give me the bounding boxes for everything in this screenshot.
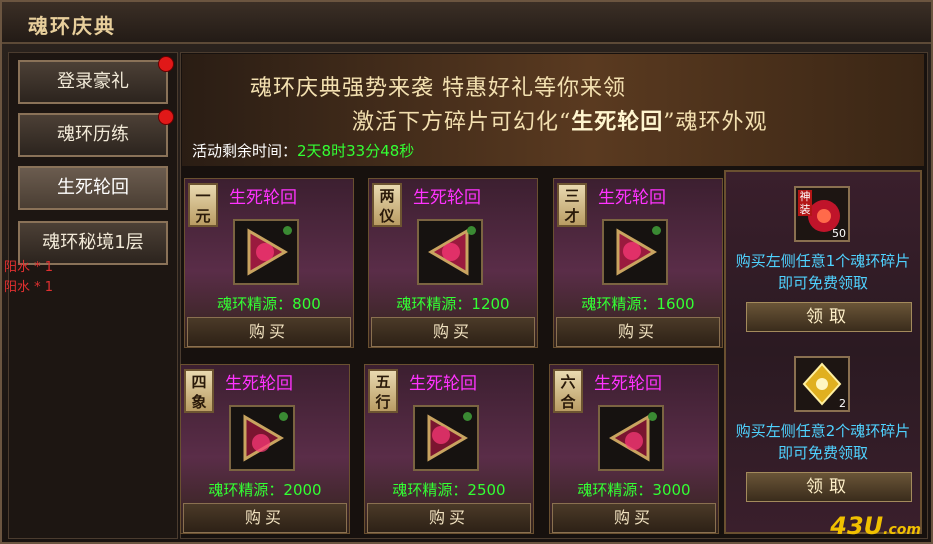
nav-label: 魂环秘境1层 — [42, 232, 144, 253]
shard-card: 三才 生死轮回 魂环精源：1600 购买 — [553, 178, 723, 348]
site-watermark: 43U.com — [830, 512, 921, 540]
buy-button[interactable]: 购买 — [556, 317, 720, 347]
shard-card: 四象 生死轮回 魂环精源：2000 购买 — [180, 364, 350, 534]
countdown-value: 2天8时33分48秒 — [297, 142, 415, 160]
tier-badge: 六合 — [553, 369, 583, 413]
banner-prefix: 激活下方碎片可幻化“ — [352, 110, 572, 135]
reward-equipment-icon[interactable]: 神装 50 — [794, 186, 850, 242]
buy-button[interactable]: 购买 — [187, 317, 351, 347]
side-item-line: 阳水 * 1 — [4, 280, 54, 295]
buy-button[interactable]: 购买 — [183, 503, 347, 533]
reward-count: 50 — [832, 227, 846, 240]
card-name: 生死轮回 — [598, 188, 666, 208]
nav-soulring-trial[interactable]: 魂环历练 — [18, 109, 174, 157]
nav-label: 魂环历练 — [57, 124, 129, 145]
shard-icon[interactable] — [413, 405, 479, 471]
title-bar: 魂环庆典 — [2, 2, 931, 44]
shard-icon[interactable] — [229, 405, 295, 471]
cost-label: 魂环精源：3000 — [577, 481, 691, 499]
card-name: 生死轮回 — [225, 374, 293, 394]
cost-label: 魂环精源：800 — [217, 295, 321, 313]
countdown-label: 活动剩余时间： — [192, 142, 298, 160]
shard-card: 一元 生死轮回 魂环精源：800 购买 — [184, 178, 354, 348]
reward-description: 购买左侧任意1个魂环碎片即可免费领取 — [735, 252, 911, 292]
countdown: 活动剩余时间：2天8时33分48秒 — [192, 140, 414, 161]
buy-button[interactable]: 购买 — [552, 503, 716, 533]
cost-label: 魂环精源：2500 — [392, 481, 506, 499]
status-dot — [283, 226, 292, 235]
shard-card: 五行 生死轮回 魂环精源：2500 购买 — [364, 364, 534, 534]
banner-line-2: 激活下方碎片可幻化“生死轮回”魂环外观 — [352, 104, 768, 136]
status-dot — [648, 412, 657, 421]
status-dot — [467, 226, 476, 235]
tier-badge: 一元 — [188, 183, 218, 227]
cost-label: 魂环精源：1200 — [396, 295, 510, 313]
shard-card: 两仪 生死轮回 魂环精源：1200 购买 — [368, 178, 538, 348]
shard-card: 六合 生死轮回 魂环精源：3000 购买 — [549, 364, 719, 534]
tier-badge: 三才 — [557, 183, 587, 227]
reward-crystal-icon[interactable]: 2 — [794, 356, 850, 412]
shard-icon[interactable] — [417, 219, 483, 285]
card-name: 生死轮回 — [229, 188, 297, 208]
status-dot — [463, 412, 472, 421]
claim-button[interactable]: 领取 — [746, 302, 912, 332]
card-name: 生死轮回 — [413, 188, 481, 208]
nav-label: 生死轮回 — [57, 177, 129, 198]
banner-line-1: 魂环庆典强势来袭 特惠好礼等你来领 — [250, 76, 626, 101]
notification-dot — [158, 56, 174, 72]
watermark-main: 43U — [830, 512, 884, 540]
card-name: 生死轮回 — [409, 374, 477, 394]
tier-badge: 两仪 — [372, 183, 402, 227]
cost-label: 魂环精源：1600 — [581, 295, 695, 313]
shard-icon[interactable] — [598, 405, 664, 471]
reward-count: 2 — [839, 397, 846, 410]
banner-highlight: 生死轮回 — [571, 109, 664, 135]
shard-icon[interactable] — [233, 219, 299, 285]
status-dot — [652, 226, 661, 235]
side-item-line: 阳水 * 1 — [4, 260, 54, 275]
nav-life-death-cycle[interactable]: 生死轮回 — [18, 166, 168, 210]
notification-dot — [158, 109, 174, 125]
tier-badge: 五行 — [368, 369, 398, 413]
nav-label: 登录豪礼 — [57, 71, 129, 92]
shard-icon[interactable] — [602, 219, 668, 285]
buy-button[interactable]: 购买 — [371, 317, 535, 347]
banner-suffix: ”魂环外观 — [663, 110, 768, 135]
nav-login-gift[interactable]: 登录豪礼 — [18, 56, 174, 104]
status-dot — [279, 412, 288, 421]
card-name: 生死轮回 — [594, 374, 662, 394]
cost-label: 魂环精源：2000 — [208, 481, 322, 499]
reward-description: 购买左侧任意2个魂环碎片即可免费领取 — [735, 422, 911, 462]
claim-button[interactable]: 领取 — [746, 472, 912, 502]
tier-badge: 四象 — [184, 369, 214, 413]
buy-button[interactable]: 购买 — [367, 503, 531, 533]
window-title: 魂环庆典 — [28, 14, 116, 38]
watermark-sub: .com — [883, 522, 921, 538]
reward-tag: 神装 — [798, 190, 812, 216]
